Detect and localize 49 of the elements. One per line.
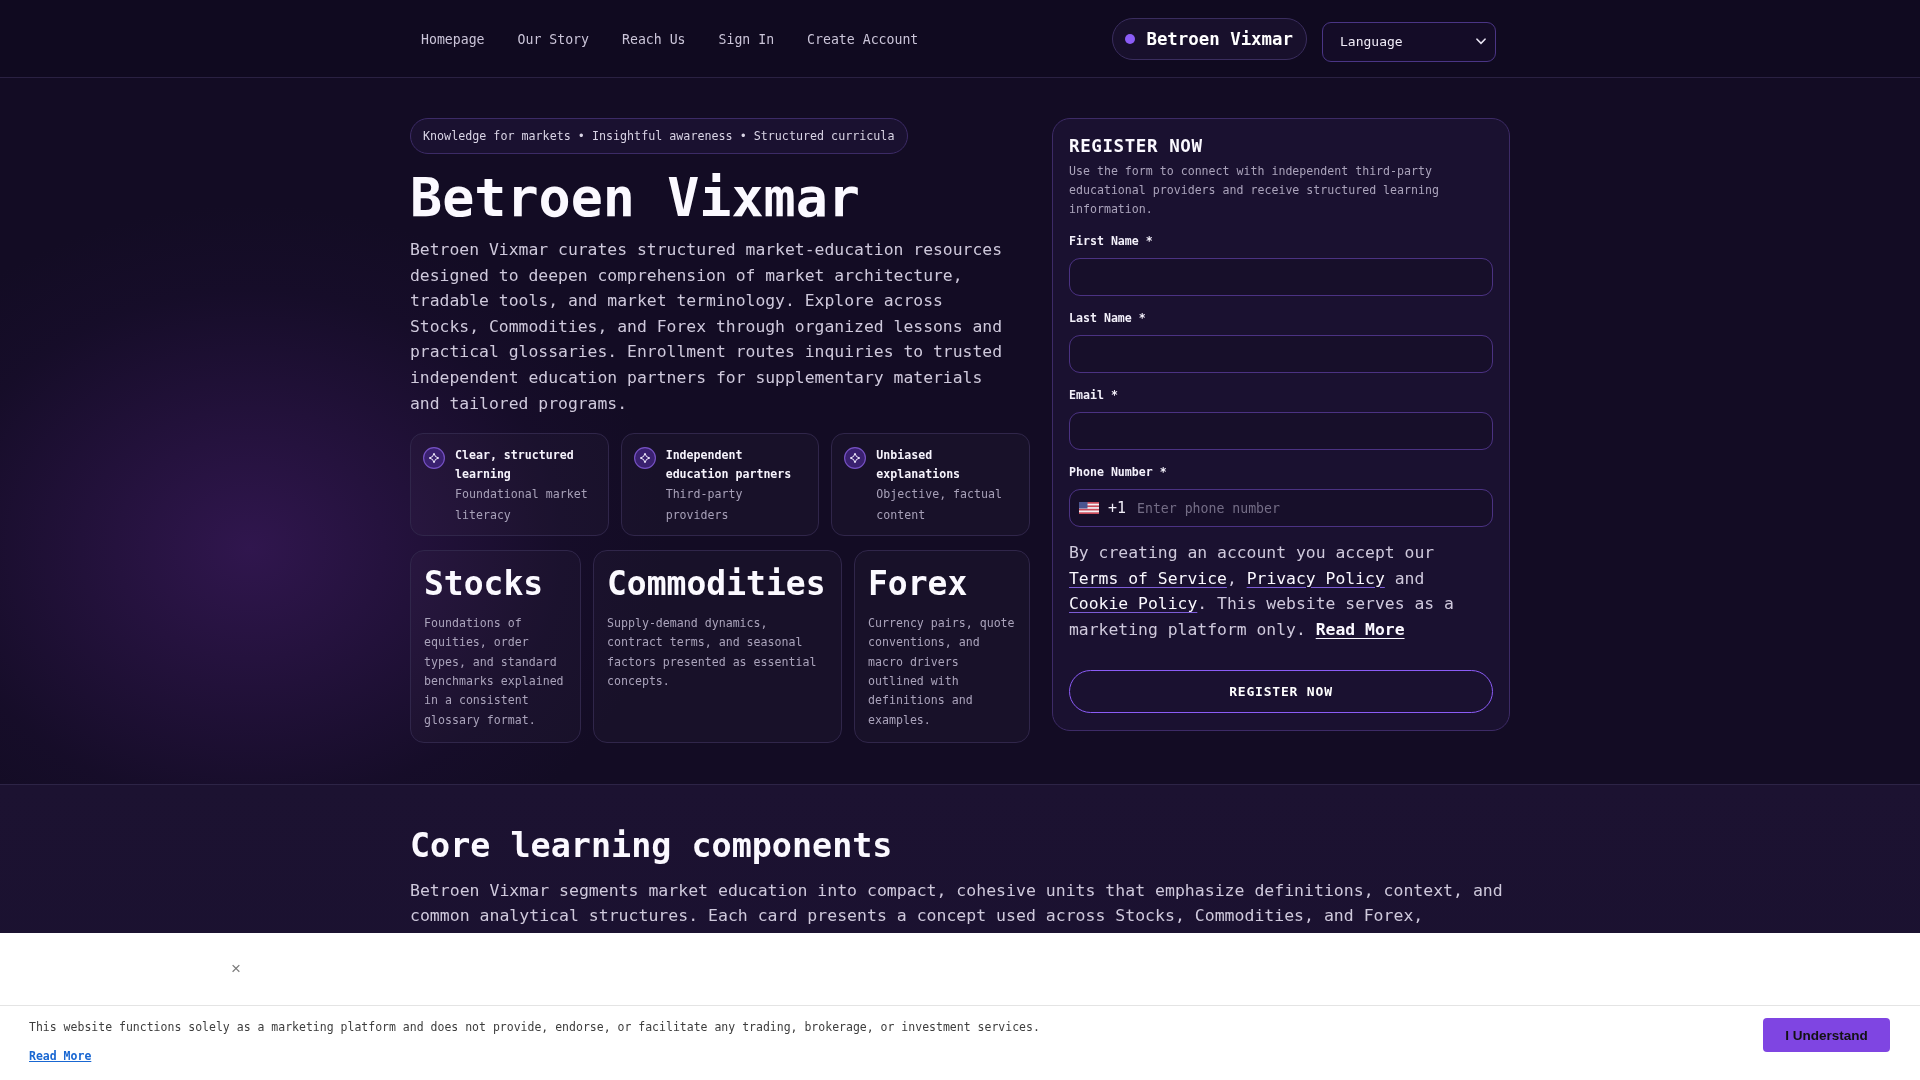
read-more-link[interactable]: Read More: [29, 1048, 92, 1064]
field-label: Email *: [1069, 387, 1119, 403]
form-description: Use the form to connect with independent third-party educational providers and receive structured learning information.: [1069, 163, 1440, 218]
sparkle-icon: [423, 447, 445, 470]
nav-link[interactable]: Sign In: [718, 32, 775, 47]
tagline: Knowledge for markets • Insightful awareness • Structured curricula: [410, 118, 909, 154]
cookie-message: This website functions solely as a marketing platform and does not provide, endorse, or facilitate any trading, brokerage, or investment services.: [29, 1019, 1040, 1035]
field-label: Last Name *: [1069, 310, 1147, 326]
feature-subtitle: Third-party providers: [665, 486, 744, 524]
nav-link[interactable]: Reach Us: [622, 32, 686, 47]
feature-subtitle: Objective, factual content: [876, 486, 1003, 524]
feature-title: Unbiased explanations: [876, 447, 962, 484]
legal-link[interactable]: Terms of Service: [1069, 568, 1227, 588]
sparkle-icon: [633, 447, 656, 470]
hero-description: Betroen Vixmar curates structured market-education resources designed to deepen comprehension of market architecture, tradable tools, and market terminology. Explore across Stocks, Commodities, and Forex through organized lessons and practical glossaries. Enrollment routes inquiries to trusted independent education partners for supplementary materials and tailored programs.: [410, 239, 1004, 415]
input-field[interactable]: [1069, 335, 1493, 373]
input-field[interactable]: [1069, 412, 1493, 450]
feature-title: Clear, structured learning: [455, 447, 575, 484]
chevron-down-icon: [1476, 38, 1486, 45]
consent-text: By creating an account you accept our Terms of Service, Privacy Policy and Cookie Policy. This website serves as a marketing platform only. Read More: [1069, 542, 1455, 642]
feature-title: Independent education partners: [665, 447, 793, 484]
input-field[interactable]: [1069, 258, 1493, 296]
nav-link[interactable]: Create Account: [807, 32, 919, 47]
topic-title: Stocks: [424, 564, 545, 605]
section-heading: Core learning components: [410, 826, 894, 866]
field-label: Phone Number *: [1069, 464, 1168, 480]
register-button[interactable]: REGISTER NOW: [1069, 669, 1493, 713]
country-code: +1: [1108, 498, 1127, 518]
close-button[interactable]: ×: [229, 959, 243, 979]
read-more-link[interactable]: Read More: [1315, 620, 1405, 640]
form-title: REGISTER NOW: [1069, 135, 1204, 157]
topic-title: Forex: [868, 564, 969, 605]
sparkle-icon: [844, 447, 867, 470]
brand-link[interactable]: Betroen Vixmar: [1112, 17, 1307, 60]
hero-title: Betroen Vixmar: [410, 168, 861, 228]
topic-description: Supply-demand dynamics, contract terms, and seasonal factors presented as essential concepts.: [607, 615, 818, 691]
topic-title: Commodities: [607, 564, 827, 605]
language-select[interactable]: Language: [1322, 21, 1496, 62]
flag-icon: [1079, 502, 1099, 514]
feature-subtitle: Foundational market literacy: [455, 486, 589, 524]
dot-icon: [1125, 33, 1136, 44]
legal-link[interactable]: Cookie Policy: [1069, 594, 1198, 614]
nav-link[interactable]: Our Story: [517, 32, 589, 47]
legal-link[interactable]: Privacy Policy: [1246, 568, 1385, 588]
topic-description: Foundations of equities, order types, and standard benchmarks explained in a consistent glossary format.: [424, 615, 565, 729]
field-label: First Name *: [1069, 233, 1154, 249]
section-description: Betroen Vixmar segments market education into compact, cohesive units that emphasize definitions, context, and common analytical structures. Each card presents a concept used across Stocks, Commodities, and Forex,: [410, 880, 1504, 928]
topic-description: Currency pairs, quote conventions, and macro drivers outlined with definitions and examples.: [868, 615, 1016, 729]
nav-link[interactable]: Homepage: [421, 32, 485, 47]
